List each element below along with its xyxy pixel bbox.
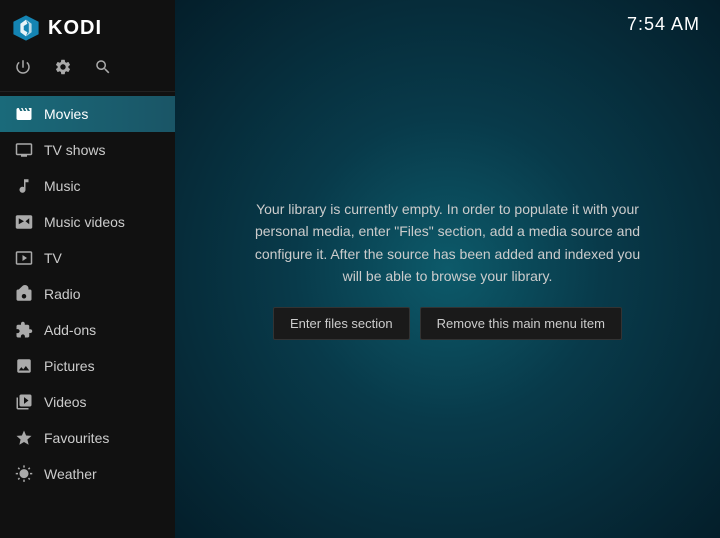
sidebar-item-addons[interactable]: Add-ons (0, 312, 175, 348)
radio-label: Radio (44, 286, 81, 302)
sidebar-item-tvshows[interactable]: TV shows (0, 132, 175, 168)
tv-icon (14, 248, 34, 268)
weather-icon (14, 464, 34, 484)
library-empty-message: Your library is currently empty. In orde… (248, 198, 648, 288)
videos-label: Videos (44, 394, 87, 410)
remove-menu-item-button[interactable]: Remove this main menu item (420, 307, 622, 340)
sidebar-item-videos[interactable]: Videos (0, 384, 175, 420)
musicvideos-icon (14, 212, 34, 232)
time-display: 7:54 AM (607, 0, 720, 49)
library-empty-box: Your library is currently empty. In orde… (228, 178, 668, 361)
sidebar-item-pictures[interactable]: Pictures (0, 348, 175, 384)
sidebar-divider (0, 91, 175, 92)
favourites-icon (14, 428, 34, 448)
sidebar-actions (0, 52, 175, 91)
pictures-icon (14, 356, 34, 376)
sidebar-header: KODI (0, 0, 175, 52)
power-icon[interactable] (14, 58, 32, 81)
sidebar-item-tv[interactable]: TV (0, 240, 175, 276)
tvshows-icon (14, 140, 34, 160)
library-empty-actions: Enter files section Remove this main men… (248, 307, 648, 340)
sidebar-item-music[interactable]: Music (0, 168, 175, 204)
sidebar-item-musicvideos[interactable]: Music videos (0, 204, 175, 240)
radio-icon (14, 284, 34, 304)
kodi-logo-icon (12, 14, 40, 42)
main-content: 7:54 AM Your library is currently empty.… (175, 0, 720, 538)
search-icon[interactable] (94, 58, 112, 81)
movies-icon (14, 104, 34, 124)
sidebar-item-weather[interactable]: Weather (0, 456, 175, 492)
music-icon (14, 176, 34, 196)
sidebar-item-radio[interactable]: Radio (0, 276, 175, 312)
enter-files-button[interactable]: Enter files section (273, 307, 410, 340)
pictures-label: Pictures (44, 358, 95, 374)
movies-label: Movies (44, 106, 88, 122)
sidebar-item-movies[interactable]: Movies (0, 96, 175, 132)
weather-label: Weather (44, 466, 97, 482)
musicvideos-label: Music videos (44, 214, 125, 230)
settings-icon[interactable] (54, 58, 72, 81)
videos-icon (14, 392, 34, 412)
app-title: KODI (48, 17, 102, 40)
favourites-label: Favourites (44, 430, 109, 446)
tv-label: TV (44, 250, 62, 266)
music-label: Music (44, 178, 81, 194)
sidebar-item-favourites[interactable]: Favourites (0, 420, 175, 456)
addons-label: Add-ons (44, 322, 96, 338)
sidebar-nav: Movies TV shows Music Music videos TV (0, 96, 175, 538)
tvshows-label: TV shows (44, 142, 105, 158)
sidebar: KODI Movies (0, 0, 175, 538)
addons-icon (14, 320, 34, 340)
